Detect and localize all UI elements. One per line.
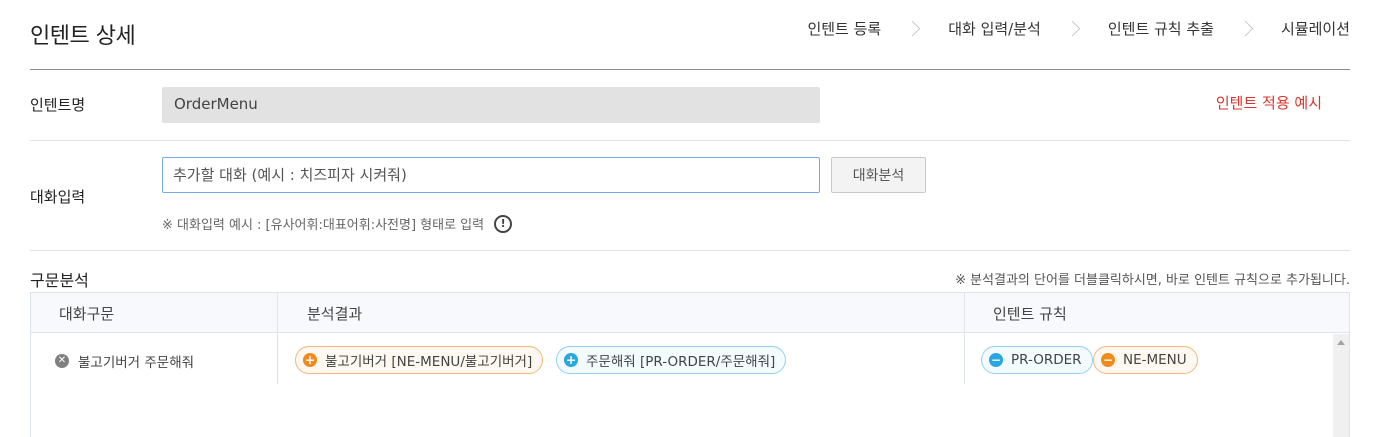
analysis-table: 대화구문 분석결과 인텐트 규칙 ✕ 불고기버거 주문해줘 + 불고기버거 [N… — [30, 292, 1350, 437]
remove-icon[interactable]: ✕ — [55, 354, 69, 368]
divider — [30, 140, 1350, 141]
step-intent-register[interactable]: 인텐트 등록 — [807, 18, 881, 39]
chevron-right-icon — [1064, 20, 1081, 37]
info-icon[interactable]: ! — [494, 214, 513, 233]
input-hint: ※ 대화입력 예시 : [유사어휘:대표어휘:사전명] 형태로 입력 ! — [162, 214, 513, 233]
plus-icon: + — [564, 353, 578, 367]
table-row: ✕ 불고기버거 주문해줘 + 불고기버거 [NE-MENU/불고기버거] + 주… — [31, 334, 1333, 384]
column-header-result: 분석결과 — [307, 305, 363, 323]
page-title: 인텐트 상세 — [30, 24, 136, 49]
column-header-phrase: 대화구문 — [59, 305, 115, 323]
result-tag[interactable]: + 주문해줘 [PR-ORDER/주문해줘] — [556, 346, 787, 374]
plus-icon: + — [303, 353, 317, 367]
result-tag-text: 불고기버거 [NE-MENU/불고기버거] — [325, 354, 533, 370]
rule-tag[interactable]: − PR-ORDER — [981, 346, 1093, 374]
phrase-cell: ✕ 불고기버거 주문해줘 — [55, 351, 194, 371]
section-note: ※ 분석결과의 단어를 더블클릭하시면, 바로 인텐트 규칙으로 추가됩니다. — [955, 273, 1350, 288]
chevron-right-icon — [1237, 20, 1254, 37]
header-divider — [30, 69, 1350, 70]
rule-tag[interactable]: − NE-MENU — [1093, 346, 1198, 374]
minus-icon: − — [989, 353, 1003, 367]
step-simulation[interactable]: 시뮬레이션 — [1281, 18, 1350, 39]
input-hint-text: ※ 대화입력 예시 : [유사어휘:대표어휘:사전명] 형태로 입력 — [162, 218, 485, 233]
intent-name-label: 인텐트명 — [30, 96, 86, 114]
scroll-up-icon[interactable] — [1337, 340, 1345, 345]
divider — [30, 250, 1350, 251]
chat-input-label: 대화입력 — [30, 188, 86, 206]
intent-name-field: OrderMenu — [162, 87, 820, 123]
step-breadcrumb: 인텐트 등록 대화 입력/분석 인텐트 규칙 추출 시뮬레이션 — [807, 18, 1350, 39]
rule-tag-text: PR-ORDER — [1011, 352, 1082, 368]
section-title: 구문분석 — [30, 271, 89, 290]
table-scrollbar[interactable] — [1333, 334, 1349, 437]
step-chat-input-analysis[interactable]: 대화 입력/분석 — [948, 18, 1041, 39]
rule-tag-text: NE-MENU — [1123, 352, 1187, 368]
table-header: 대화구문 분석결과 인텐트 규칙 — [31, 293, 1349, 333]
minus-icon: − — [1101, 353, 1115, 367]
analyze-button[interactable]: 대화분석 — [831, 157, 926, 193]
result-tag[interactable]: + 불고기버거 [NE-MENU/불고기버거] — [295, 346, 544, 374]
column-header-rule: 인텐트 규칙 — [993, 305, 1067, 323]
intent-example-link[interactable]: 인텐트 적용 예시 — [1216, 92, 1322, 113]
phrase-text: 불고기버거 주문해줘 — [78, 355, 195, 371]
chat-input-field[interactable] — [162, 157, 820, 193]
step-intent-rule-extract[interactable]: 인텐트 규칙 추출 — [1108, 18, 1214, 39]
result-tag-text: 주문해줘 [PR-ORDER/주문해줘] — [586, 354, 776, 370]
chevron-right-icon — [904, 20, 921, 37]
